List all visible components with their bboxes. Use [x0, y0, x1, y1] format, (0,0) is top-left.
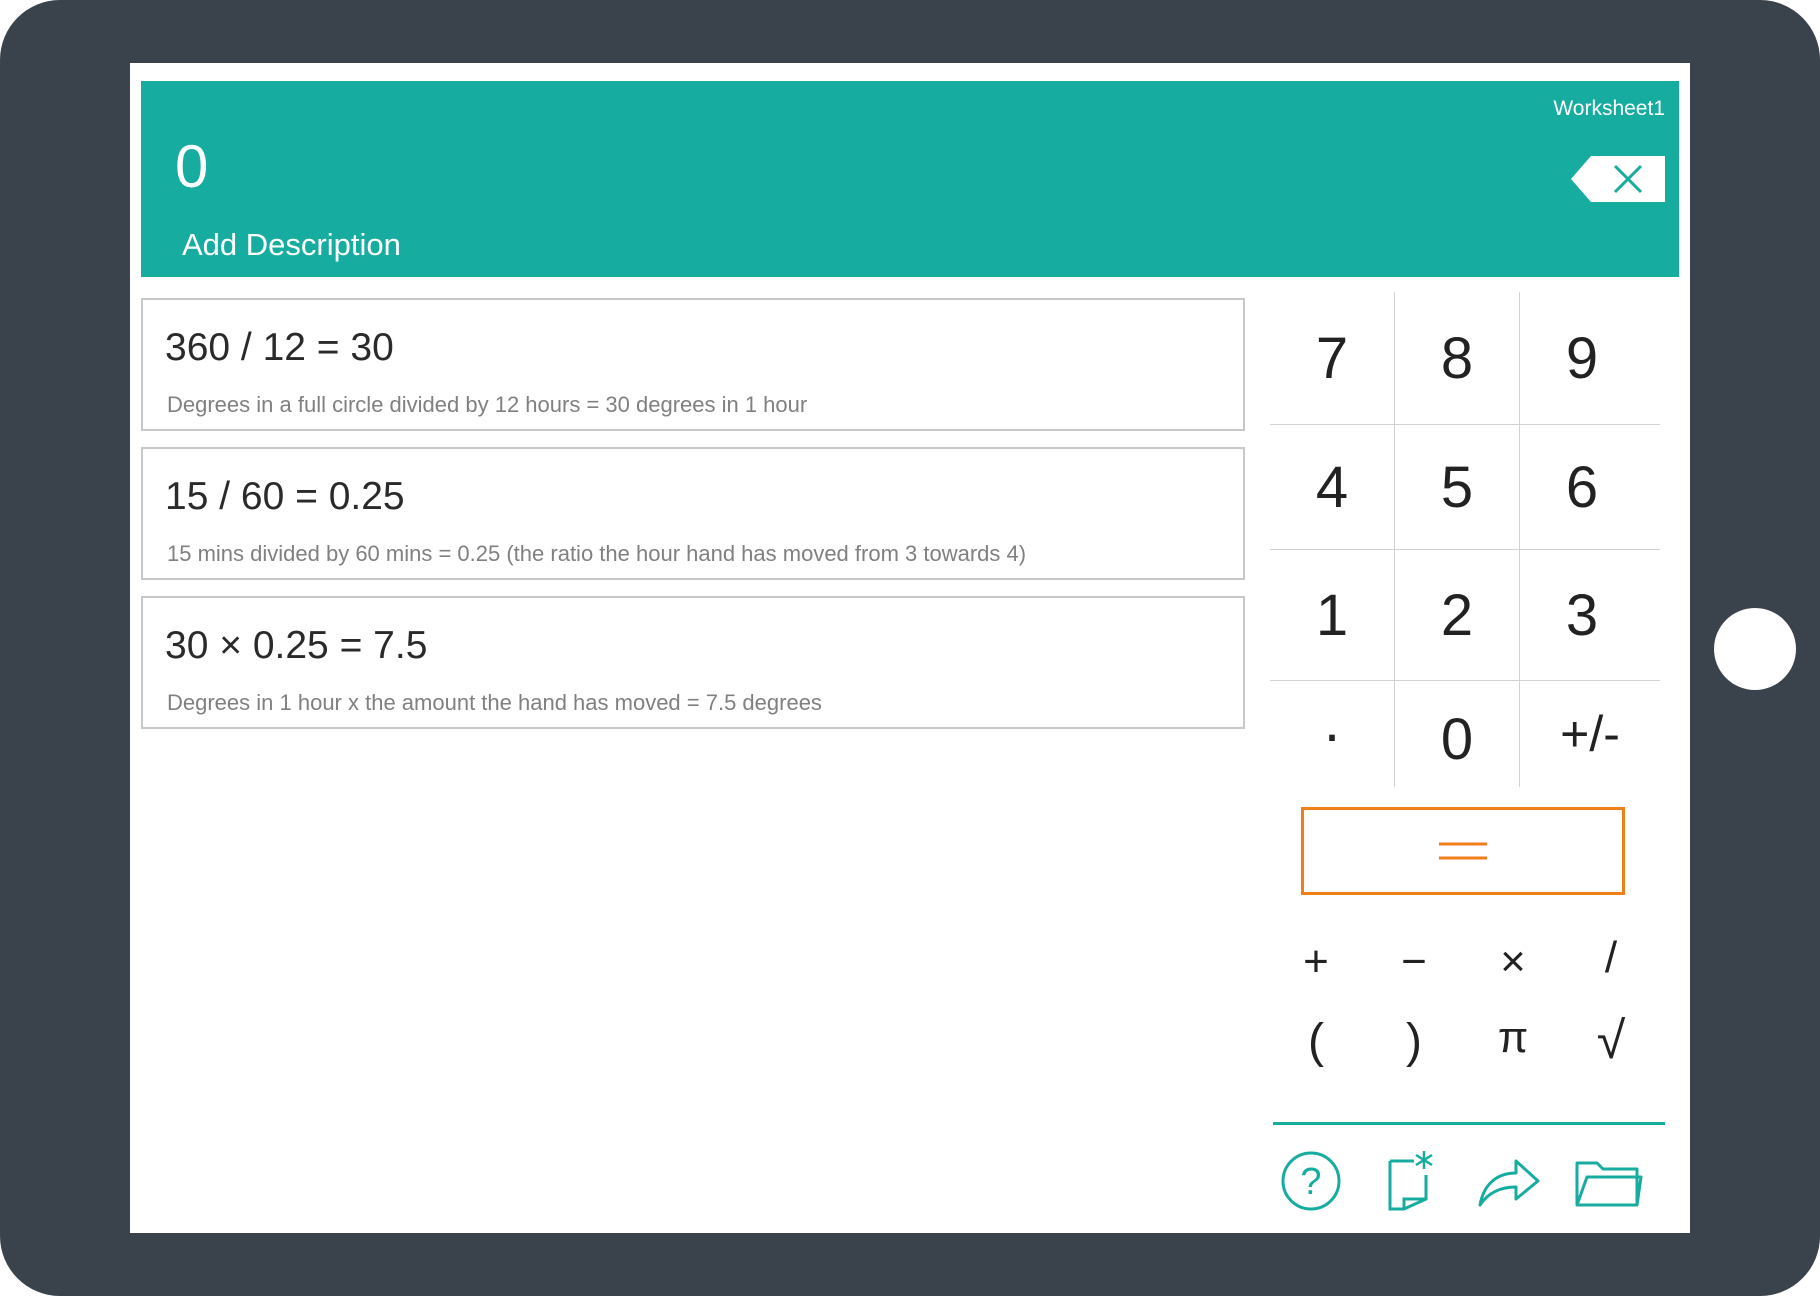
- key-5[interactable]: 5: [1395, 425, 1519, 549]
- calculation-description: Degrees in a full circle divided by 12 h…: [167, 392, 808, 417]
- minus-key[interactable]: −: [1374, 927, 1454, 997]
- share-icon: [1478, 1159, 1540, 1207]
- worksheet-list: 360 / 12 = 30 Degrees in a full circle d…: [141, 298, 1245, 745]
- pi-key[interactable]: π: [1473, 1003, 1553, 1073]
- share-button[interactable]: [1474, 1146, 1544, 1216]
- divide-key[interactable]: /: [1571, 923, 1651, 993]
- key-7[interactable]: 7: [1270, 292, 1394, 424]
- folder-icon: [1575, 1161, 1643, 1207]
- new-sheet-icon: [1388, 1151, 1433, 1211]
- key-3[interactable]: 3: [1520, 550, 1644, 680]
- calculation-expression: 360 / 12 = 30: [165, 326, 394, 369]
- key-6[interactable]: 6: [1520, 425, 1644, 549]
- key-8[interactable]: 8: [1395, 292, 1519, 424]
- sqrt-key[interactable]: √: [1571, 1006, 1651, 1076]
- calculation-row[interactable]: 15 / 60 = 0.25 15 mins divided by 60 min…: [141, 447, 1245, 580]
- sign-toggle-key[interactable]: +/-: [1520, 681, 1660, 787]
- backspace-button[interactable]: [1571, 154, 1667, 204]
- calculation-description: Degrees in 1 hour x the amount the hand …: [167, 690, 822, 715]
- help-icon: ?: [1281, 1151, 1341, 1211]
- backspace-icon: [1571, 156, 1665, 202]
- multiply-key[interactable]: ×: [1473, 927, 1553, 997]
- worksheet-name[interactable]: Worksheet1: [1553, 97, 1665, 121]
- decimal-key[interactable]: ·: [1270, 681, 1394, 787]
- equals-button[interactable]: [1301, 807, 1625, 895]
- calculation-expression: 15 / 60 = 0.25: [165, 475, 405, 518]
- calculation-expression: 30 × 0.25 = 7.5: [165, 624, 428, 667]
- calculation-description: 15 mins divided by 60 mins = 0.25 (the r…: [167, 541, 1027, 566]
- help-button[interactable]: ?: [1276, 1146, 1346, 1216]
- app-screen: Worksheet1 0 Add Description 360 / 12 = …: [130, 63, 1690, 1233]
- key-0[interactable]: 0: [1395, 681, 1519, 797]
- open-paren-key[interactable]: (: [1276, 1006, 1356, 1076]
- add-description-field[interactable]: Add Description: [182, 227, 401, 263]
- open-folder-button[interactable]: [1573, 1146, 1643, 1216]
- number-keypad: 7 8 9 4 5 6 1 2 3 · 0 +/-: [1270, 292, 1660, 787]
- home-button[interactable]: [1714, 608, 1796, 690]
- tablet-frame: Worksheet1 0 Add Description 360 / 12 = …: [0, 0, 1820, 1296]
- svg-text:?: ?: [1300, 1161, 1321, 1203]
- calculation-row[interactable]: 360 / 12 = 30 Degrees in a full circle d…: [141, 298, 1245, 431]
- toolbar-divider: [1273, 1122, 1665, 1125]
- key-4[interactable]: 4: [1270, 425, 1394, 549]
- plus-key[interactable]: +: [1276, 927, 1356, 997]
- close-paren-key[interactable]: ): [1374, 1006, 1454, 1076]
- new-sheet-button[interactable]: [1375, 1146, 1445, 1216]
- equals-icon: [1439, 842, 1487, 860]
- key-2[interactable]: 2: [1395, 550, 1519, 680]
- calculation-row[interactable]: 30 × 0.25 = 7.5 Degrees in 1 hour x the …: [141, 596, 1245, 729]
- display-header: Worksheet1 0 Add Description: [141, 81, 1679, 277]
- key-1[interactable]: 1: [1270, 550, 1394, 680]
- display-value: 0: [175, 133, 209, 200]
- key-9[interactable]: 9: [1520, 292, 1644, 424]
